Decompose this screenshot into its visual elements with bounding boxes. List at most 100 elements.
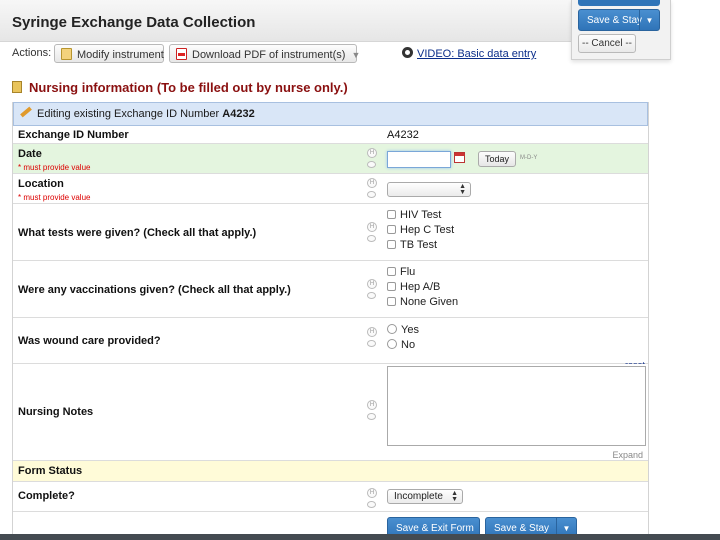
clipboard-icon: [12, 81, 22, 93]
field-history-icons[interactable]: H: [367, 488, 378, 508]
tests-row: What tests were given? (Check all that a…: [13, 204, 648, 261]
download-pdf-label: Download PDF of instrument(s): [192, 49, 346, 61]
field-history-icons[interactable]: H: [367, 327, 378, 347]
vaccinations-label: Were any vaccinations given? (Check all …: [18, 284, 291, 296]
editing-record-bar: Editing existing Exchange ID Number A423…: [13, 102, 648, 126]
field-history-icons[interactable]: H: [367, 148, 378, 168]
modify-instrument-label: Modify instrument: [77, 49, 164, 61]
wound-care-no[interactable]: No: [387, 339, 415, 351]
history-icon[interactable]: H: [367, 178, 377, 188]
checkbox[interactable]: [387, 240, 396, 249]
select-arrows-icon: ▲ ▼: [459, 183, 466, 196]
vaccine-option-none[interactable]: None Given: [387, 296, 458, 308]
history-icon[interactable]: H: [367, 488, 377, 498]
comment-icon[interactable]: [367, 501, 376, 508]
form-status-label: Form Status: [18, 465, 83, 477]
history-icon[interactable]: H: [367, 148, 377, 158]
exchange-id-label: Exchange ID Number: [18, 129, 129, 141]
editing-record-id: A4232: [222, 108, 255, 120]
calendar-icon[interactable]: [454, 152, 465, 163]
option-label: HIV Test: [400, 209, 442, 221]
field-history-icons[interactable]: H: [367, 222, 378, 242]
location-label: Location: [18, 178, 64, 190]
today-button[interactable]: Today: [478, 151, 517, 167]
vaccine-option-flu[interactable]: Flu: [387, 266, 415, 278]
field-history-icons[interactable]: H: [367, 400, 378, 420]
floating-save-panel: Save & Stay ▼ -- Cancel --: [571, 0, 671, 60]
history-icon[interactable]: H: [367, 400, 377, 410]
radio-button[interactable]: [387, 324, 397, 334]
location-row: Location * must provide value H ▲ ▼: [13, 174, 648, 204]
exchange-id-value: A4232: [387, 129, 419, 141]
page-title: Syringe Exchange Data Collection: [0, 0, 575, 42]
select-arrows-icon: ▲ ▼: [451, 490, 458, 503]
wound-care-yes[interactable]: Yes: [387, 324, 419, 336]
nursing-notes-row: Nursing Notes H Expand: [13, 364, 648, 461]
checkbox[interactable]: [387, 225, 396, 234]
date-row: Date * must provide value H Today M-D-Y: [13, 144, 648, 174]
data-entry-form: Editing existing Exchange ID Number A423…: [12, 102, 649, 540]
save-stay-button-top[interactable]: Save & Stay ▼: [578, 9, 660, 31]
form-status-header: Form Status: [13, 461, 648, 482]
radio-button[interactable]: [387, 339, 397, 349]
test-option-tb[interactable]: TB Test: [387, 239, 437, 251]
cancel-button[interactable]: -- Cancel --: [578, 34, 636, 53]
section-title: Nursing information (To be filled out by…: [12, 80, 348, 95]
location-select[interactable]: ▲ ▼: [387, 182, 471, 197]
comment-icon[interactable]: [367, 161, 376, 168]
location-required-note: * must provide value: [18, 193, 91, 202]
panel-edge: [578, 0, 660, 6]
history-icon[interactable]: H: [367, 222, 377, 232]
vaccinations-row: Were any vaccinations given? (Check all …: [13, 261, 648, 318]
comment-icon[interactable]: [367, 340, 376, 347]
editing-prefix: Editing existing Exchange ID Number: [37, 108, 220, 120]
exchange-id-row: Exchange ID Number A4232: [13, 126, 648, 144]
chevron-down-icon: ▼: [351, 50, 361, 60]
vaccine-option-hepab[interactable]: Hep A/B: [387, 281, 440, 293]
checkbox[interactable]: [387, 297, 396, 306]
video-link[interactable]: VIDEO: Basic data entry: [402, 47, 536, 60]
comment-icon[interactable]: [367, 235, 376, 242]
history-icon[interactable]: H: [367, 279, 377, 289]
actions-label: Actions:: [12, 47, 52, 59]
pdf-icon: [176, 48, 187, 60]
download-pdf-button[interactable]: Download PDF of instrument(s) ▼: [169, 44, 361, 63]
film-reel-icon: [402, 47, 413, 58]
checkbox[interactable]: [387, 210, 396, 219]
test-option-hiv[interactable]: HIV Test: [387, 209, 441, 221]
section-title-text: Nursing information (To be filled out by…: [29, 80, 348, 95]
wound-care-row: Was wound care provided? H Yes No reset: [13, 318, 648, 370]
history-icon[interactable]: H: [367, 327, 377, 337]
nursing-notes-label: Nursing Notes: [18, 406, 94, 418]
wound-care-label: Was wound care provided?: [18, 335, 161, 347]
field-history-icons[interactable]: H: [367, 279, 378, 299]
option-label: Yes: [401, 324, 419, 336]
option-label: TB Test: [400, 239, 438, 251]
comment-icon[interactable]: [367, 191, 376, 198]
comment-icon[interactable]: [367, 292, 376, 299]
complete-selected: Incomplete: [394, 491, 443, 502]
complete-row: Complete? H Incomplete ▲ ▼: [13, 482, 648, 512]
date-input[interactable]: [387, 151, 451, 168]
date-format-hint: M-D-Y: [520, 155, 538, 161]
actions-row: Actions: Modify instrument Download PDF …: [0, 42, 575, 66]
test-option-hepc[interactable]: Hep C Test: [387, 224, 454, 236]
comment-icon[interactable]: [367, 413, 376, 420]
save-stay-label: Save & Stay: [587, 15, 643, 26]
field-history-icons[interactable]: H: [367, 178, 378, 198]
document-icon: [61, 48, 72, 60]
checkbox[interactable]: [387, 282, 396, 291]
nursing-notes-textarea[interactable]: [387, 366, 646, 446]
tests-label: What tests were given? (Check all that a…: [18, 227, 257, 239]
option-label: No: [401, 339, 416, 351]
expand-link[interactable]: Expand: [612, 450, 643, 460]
option-label: Flu: [400, 266, 416, 278]
save-stay-label: Save & Stay: [494, 523, 550, 534]
checkbox[interactable]: [387, 267, 396, 276]
video-link-label: VIDEO: Basic data entry: [417, 48, 537, 60]
chevron-down-icon[interactable]: ▼: [639, 10, 659, 30]
modify-instrument-button[interactable]: Modify instrument: [54, 44, 164, 63]
complete-label: Complete?: [18, 490, 75, 502]
complete-status-select[interactable]: Incomplete ▲ ▼: [387, 489, 463, 504]
window-bottom-bar: [0, 534, 720, 540]
